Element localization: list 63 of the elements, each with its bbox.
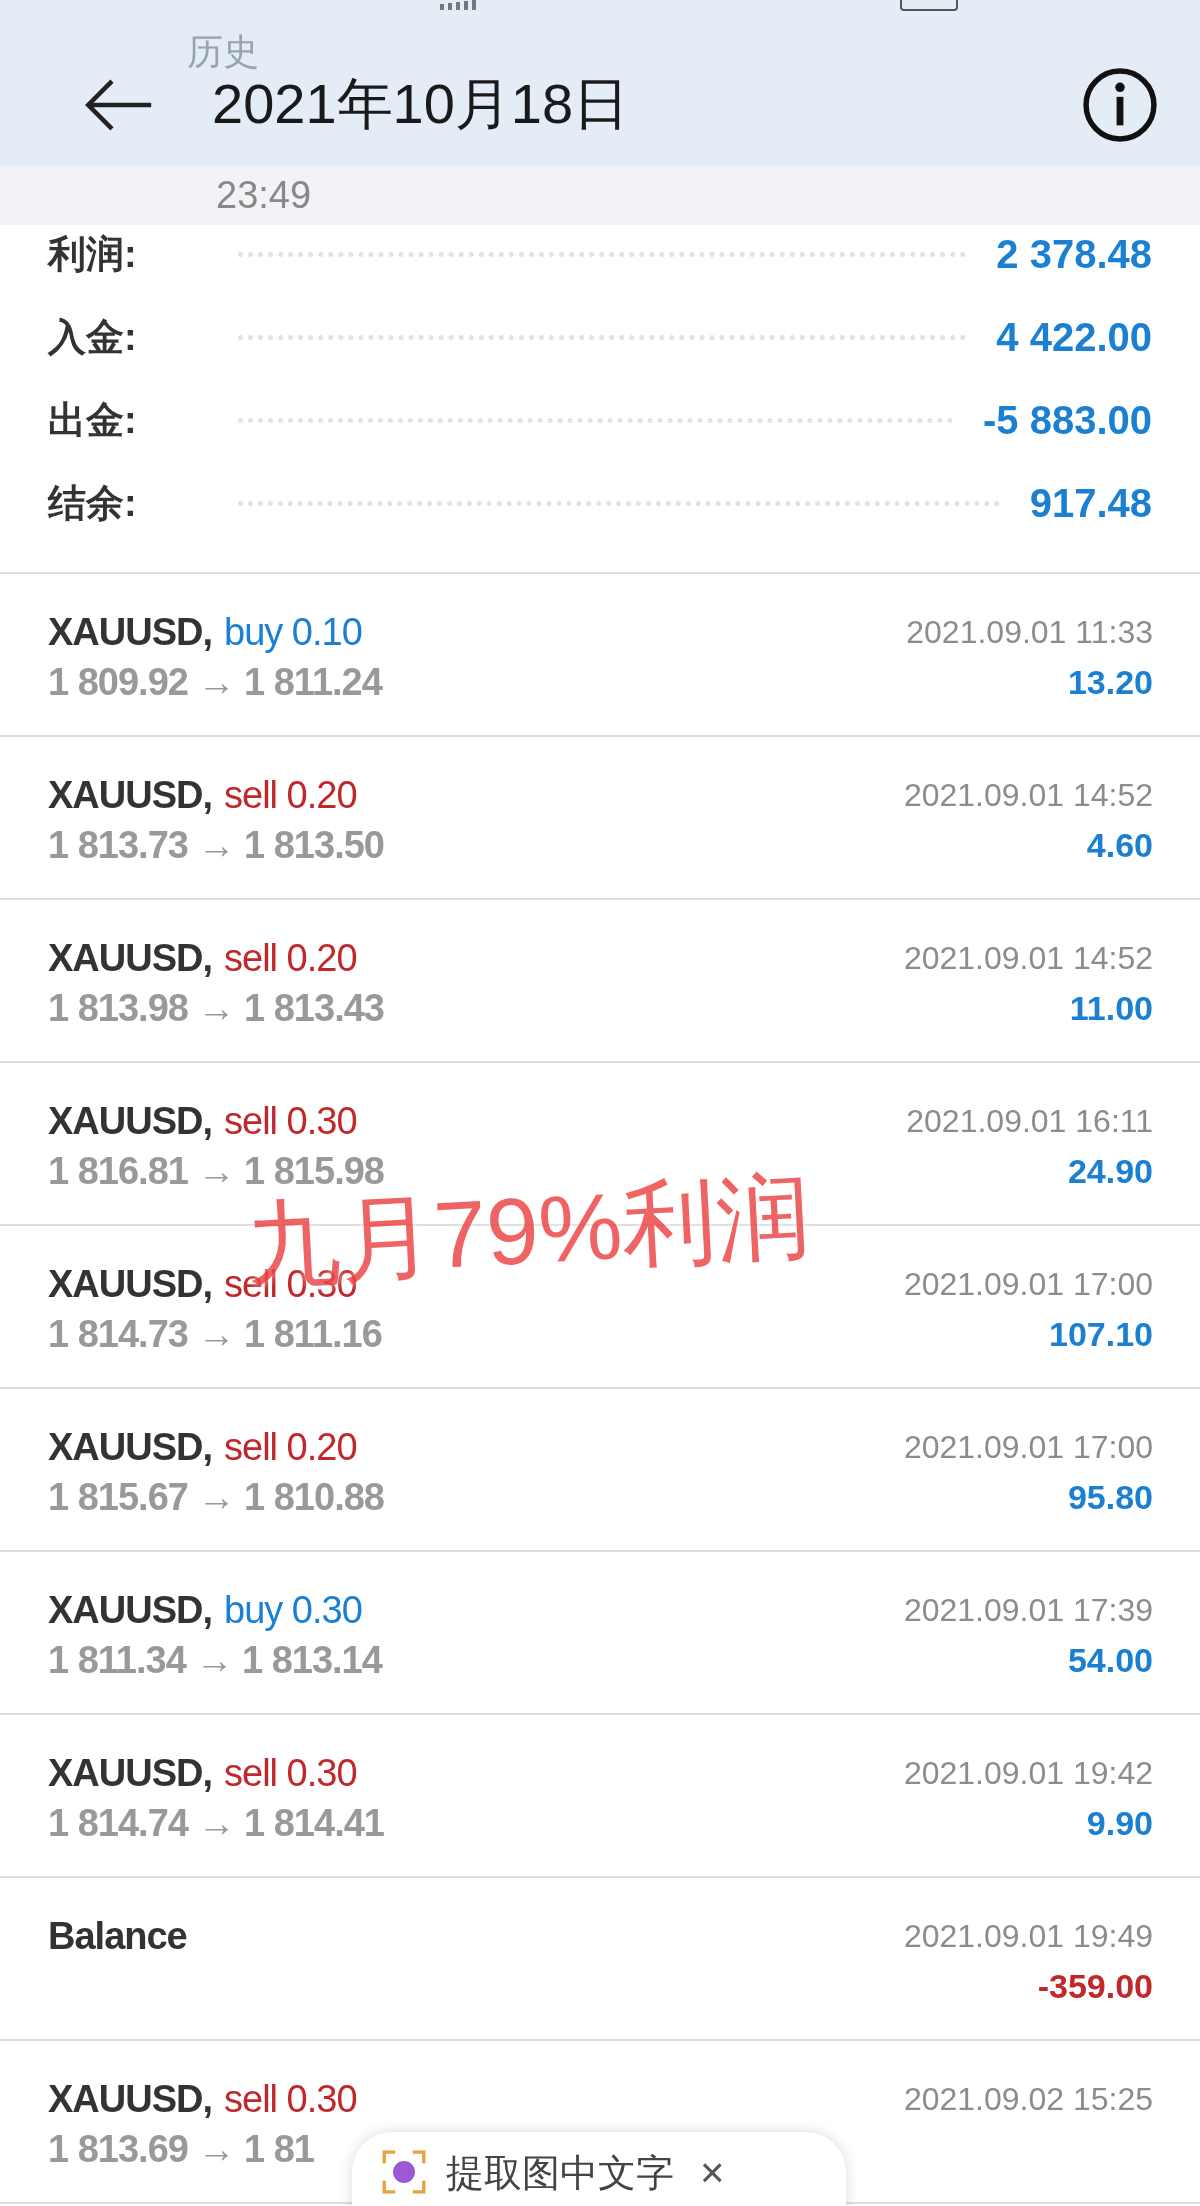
- page-title: 2021年10月18日: [212, 71, 631, 137]
- price-change: 1 815.67 → 1 810.88: [48, 1475, 384, 1519]
- order-type: sell 0.20: [224, 773, 357, 817]
- profit-value: 24.90: [1067, 1151, 1153, 1191]
- price-change: 1 813.98 → 1 813.43: [48, 986, 384, 1030]
- profit-value: 13.20: [1067, 662, 1153, 702]
- trade-time: 2021.09.01 16:11: [906, 1102, 1153, 1140]
- close-button[interactable]: ×: [694, 2150, 731, 2196]
- balance-label: Balance: [48, 1914, 187, 1958]
- page-subtitle: 23:49: [216, 174, 312, 217]
- profit-value: 9.90: [1086, 1803, 1153, 1843]
- symbol-text: XAUUSD,: [48, 610, 213, 654]
- info-icon[interactable]: [1082, 67, 1158, 143]
- profit-value: 107.10: [1049, 1314, 1153, 1354]
- trade-time: 2021.09.02 15:25: [903, 2080, 1153, 2118]
- symbol-text: XAUUSD,: [48, 2077, 213, 2121]
- trade-time: 2021.09.01 17:00: [903, 1265, 1153, 1303]
- order-type: sell 0.30: [224, 2077, 357, 2121]
- battery-icon: [900, 0, 960, 12]
- summary-label: 结余:: [48, 481, 138, 526]
- price-change: 1 813.69 → 1 81: [48, 2127, 314, 2171]
- trade-time: 2021.09.01 11:33: [906, 613, 1153, 651]
- symbol-text: XAUUSD,: [48, 1099, 213, 1143]
- ghost-title: 历史: [187, 30, 259, 74]
- profit-value: 54.00: [1067, 1640, 1153, 1680]
- profit-value: -359.00: [1037, 1966, 1153, 2006]
- summary-value: 4 422.00: [996, 315, 1152, 360]
- price-change: 1 816.81 → 1 815.98: [48, 1149, 384, 1193]
- summary-value: 917.48: [1029, 481, 1152, 526]
- trade-time: 2021.09.01 14:52: [903, 939, 1153, 977]
- summary-value: 2 378.48: [996, 232, 1152, 277]
- symbol-text: XAUUSD,: [48, 1588, 213, 1632]
- trade-time: 2021.09.01 14:52: [903, 776, 1153, 814]
- symbol-text: XAUUSD,: [48, 1262, 213, 1306]
- trade-time: 2021.09.01 19:49: [903, 1917, 1153, 1955]
- order-type: sell 0.20: [224, 1425, 357, 1469]
- trade-time: 2021.09.01 17:39: [903, 1591, 1153, 1629]
- summary-label: 利润:: [48, 232, 138, 277]
- symbol-text: XAUUSD,: [48, 1751, 213, 1795]
- profit-value: 4.60: [1086, 825, 1153, 865]
- order-type: sell 0.30: [224, 1099, 357, 1143]
- profit-value: 95.80: [1067, 1477, 1153, 1517]
- scan-icon: [382, 2150, 426, 2194]
- profit-value: 11.00: [1069, 988, 1153, 1028]
- order-type: sell 0.30: [224, 1751, 357, 1795]
- price-change: 1 813.73 → 1 813.50: [48, 823, 384, 867]
- order-type: buy 0.10: [224, 610, 362, 654]
- popup-text: 提取图中文字: [446, 2151, 674, 2196]
- price-change: 1 814.73 → 1 811.16: [48, 1312, 382, 1356]
- order-type: sell 0.20: [224, 936, 357, 980]
- price-change: 1 809.92 → 1 811.24: [48, 660, 382, 704]
- summary-label: 入金:: [48, 315, 138, 360]
- summary-value: -5 883.00: [982, 398, 1152, 443]
- symbol-text: XAUUSD,: [48, 1425, 213, 1469]
- price-change: 1 814.74 → 1 814.41: [48, 1801, 384, 1845]
- trade-time: 2021.09.01 19:42: [903, 1754, 1153, 1792]
- symbol-text: XAUUSD,: [48, 936, 213, 980]
- back-arrow-icon[interactable]: [84, 77, 154, 133]
- price-change: 1 811.34 → 1 813.14: [48, 1638, 382, 1682]
- summary-label: 出金:: [48, 398, 138, 443]
- symbol-text: XAUUSD,: [48, 773, 213, 817]
- trade-time: 2021.09.01 17:00: [903, 1428, 1153, 1466]
- order-type: buy 0.30: [224, 1588, 362, 1632]
